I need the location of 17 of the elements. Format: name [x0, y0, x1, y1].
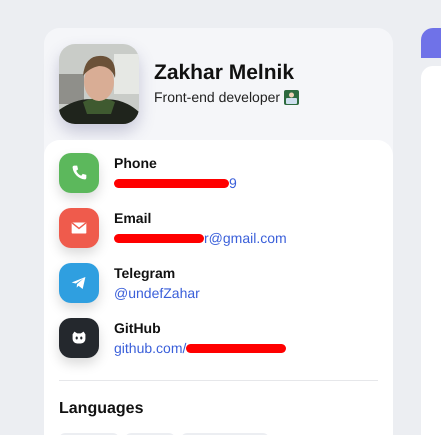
- phone-icon: [59, 153, 99, 193]
- contact-label: GitHub: [114, 319, 162, 338]
- contact-label: Email: [114, 209, 152, 228]
- laptop-emoji-icon: [284, 90, 300, 105]
- contact-label: Telegram: [114, 264, 176, 283]
- envelope-icon: [59, 208, 99, 248]
- cat-face-icon: [59, 318, 99, 358]
- profile-name: Zakhar Melnik: [154, 60, 296, 86]
- section-title: Languages: [59, 400, 144, 417]
- contact-label: Phone: [114, 154, 158, 173]
- contact-link[interactable]: 9: [229, 173, 237, 193]
- paper-plane-icon: [59, 263, 99, 303]
- contact-link[interactable]: @undefZahar: [114, 283, 200, 303]
- side-card-header: [421, 28, 441, 58]
- profile-role: Front-end developer: [154, 88, 280, 107]
- contact-link[interactable]: github.com/: [114, 338, 186, 358]
- contact-link[interactable]: r@gmail.com: [204, 228, 287, 248]
